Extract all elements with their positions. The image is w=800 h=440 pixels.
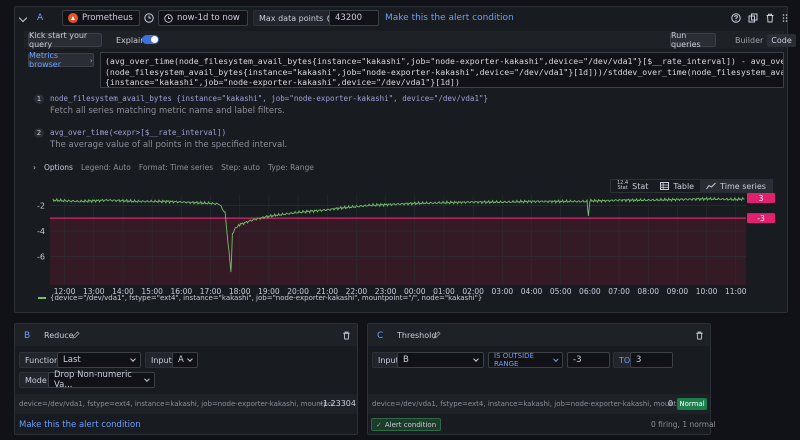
expression-letter: B	[24, 331, 31, 341]
trash-icon[interactable]	[342, 331, 351, 340]
tab-time-series[interactable]: Time series	[700, 179, 772, 193]
trash-icon[interactable]	[765, 13, 775, 23]
tab-stat[interactable]: 12.4 Stat Stat	[611, 179, 654, 193]
x-tick-label: 11:00	[725, 287, 747, 296]
trash-icon[interactable]	[695, 331, 704, 340]
editor-mode-toggle: Builder Code	[731, 33, 796, 47]
y-tick-label: -6	[37, 253, 45, 262]
options-row[interactable]: › Options Legend: Auto Format: Time seri…	[33, 163, 314, 172]
step-number-badge: 1	[34, 94, 44, 104]
options-type: Type: Range	[268, 163, 314, 172]
explain-label: Explain	[116, 36, 146, 45]
step-expression: avg_over_time(<expr>[$__rate_interval])	[50, 128, 227, 137]
options-label: Options	[44, 163, 73, 172]
table-icon	[660, 182, 670, 190]
query-editor[interactable]: (avg_over_time(node_filesystem_avail_byt…	[100, 52, 784, 88]
y-tick-label: -4	[37, 227, 45, 236]
x-tick-label: 07:00	[608, 287, 630, 296]
chevron-down-icon	[130, 355, 136, 362]
time-series-chart: -2-4-612:00 13:00 14:00 15:00 16:00 17:00 18:0…	[37, 193, 775, 296]
chevron-down-icon	[187, 355, 193, 362]
edit-icon[interactable]	[72, 331, 80, 339]
view-tabs: 12.4 Stat Stat Table Time series	[610, 179, 773, 193]
edit-icon[interactable]	[433, 331, 441, 339]
x-tick-label: 08:00	[637, 287, 659, 296]
alert-condition-button[interactable]: ✓ Alert condition	[371, 418, 442, 431]
chevron-down-icon[interactable]	[18, 13, 28, 22]
graph-icon	[706, 182, 716, 190]
explain-toggle[interactable]	[142, 35, 159, 44]
prometheus-icon	[68, 13, 78, 23]
datasource-name: Prometheus	[82, 13, 133, 23]
tab-table[interactable]: Table	[654, 179, 700, 193]
firing-summary: 0 firing, 1 normal	[651, 420, 716, 429]
expression-letter: C	[377, 331, 384, 341]
x-tick-label: 03:00	[492, 287, 514, 296]
chevron-down-icon	[473, 355, 479, 362]
x-tick-label: 05:00	[550, 287, 572, 296]
threshold-low-label: -3	[757, 214, 765, 223]
datasource-picker[interactable]: Prometheus	[62, 10, 140, 26]
status-badge: Normal	[677, 398, 707, 410]
step-description: The average value of all points in the s…	[50, 140, 288, 150]
input-select[interactable]: A	[172, 352, 198, 368]
query-line: (node_filesystem_avail_bytes{instance="k…	[105, 66, 784, 77]
code-mode-button[interactable]: Code	[767, 33, 796, 47]
make-alert-condition-link[interactable]: Make this the alert condition	[19, 420, 141, 430]
kick-start-button[interactable]: Kick start your query	[28, 31, 102, 49]
threshold-band	[50, 218, 746, 285]
options-format: Format: Time series	[138, 163, 214, 172]
function-select[interactable]: Last	[57, 352, 141, 368]
range-high-input[interactable]: 3	[630, 352, 673, 368]
builder-mode-button[interactable]: Builder	[731, 34, 767, 47]
clock-icon	[164, 13, 173, 23]
step-description: Fetch all series matching metric name an…	[50, 106, 285, 116]
chevron-down-icon	[552, 355, 558, 362]
chart-plot-area: -2-4-612:00 13:00 14:00 15:00 16:00 17:00 18:0…	[37, 193, 775, 296]
query-line: (avg_over_time(node_filesystem_avail_byt…	[105, 56, 784, 66]
result-value: 0	[668, 399, 674, 408]
mode-select[interactable]: Drop Non-numeric Va...	[48, 370, 155, 390]
x-tick-label: 06:00	[579, 287, 601, 296]
result-labels: device=/dev/vda1, fstype=ext4, instance=…	[19, 400, 341, 408]
x-tick-label: 09:00	[667, 287, 689, 296]
options-step: Step: auto	[221, 163, 260, 172]
make-alert-condition-link[interactable]: Make this the alert condition	[385, 13, 514, 23]
expression-title: Threshold	[397, 331, 437, 340]
expression-title: Reduce	[44, 331, 74, 340]
help-icon[interactable]	[731, 13, 741, 23]
stat-icon: 12.4 Stat	[617, 180, 629, 191]
x-tick-label: 04:00	[521, 287, 543, 296]
run-queries-button[interactable]: Run queries	[670, 31, 716, 49]
query-line: {instance="kakashi",job="node-exporter-k…	[105, 77, 460, 87]
chevron-down-icon	[144, 375, 150, 382]
query-actions	[731, 13, 788, 23]
step-number-badge: 2	[34, 128, 44, 138]
max-data-points-input[interactable]: 43200	[329, 10, 379, 26]
drag-handle-icon[interactable]	[782, 13, 788, 23]
chevron-right-icon: ›	[33, 163, 36, 172]
chart-legend[interactable]: {device="/dev/vda1", fstype="ext4", inst…	[38, 294, 482, 302]
check-icon: ✓	[376, 420, 382, 429]
condition-select[interactable]: IS OUTSIDE RANGE	[488, 352, 563, 368]
clock-icon	[144, 13, 154, 23]
result-labels: device=/dev/vda1, fstype=ext4, instance=…	[372, 400, 694, 408]
y-tick-label: -2	[37, 201, 45, 210]
legend-series-label: {device="/dev/vda1", fstype="ext4", inst…	[50, 294, 483, 302]
result-value: -1.23304	[320, 399, 356, 408]
step-expression: node_filesystem_avail_bytes {instance="k…	[50, 94, 488, 103]
x-tick-label: 10:00	[696, 287, 718, 296]
metrics-browser-button[interactable]: Metrics browser ›	[28, 51, 94, 69]
input-select[interactable]: B	[397, 352, 484, 368]
time-range-picker[interactable]: now-1d to now	[158, 10, 248, 26]
range-low-input[interactable]: -3	[567, 352, 610, 368]
options-legend: Legend: Auto	[80, 163, 131, 172]
threshold-high-label: 3	[759, 194, 764, 203]
query-letter: A	[37, 13, 44, 23]
legend-swatch	[38, 297, 46, 299]
duplicate-icon[interactable]	[748, 13, 758, 23]
time-range-value: now-1d to now	[177, 13, 240, 23]
